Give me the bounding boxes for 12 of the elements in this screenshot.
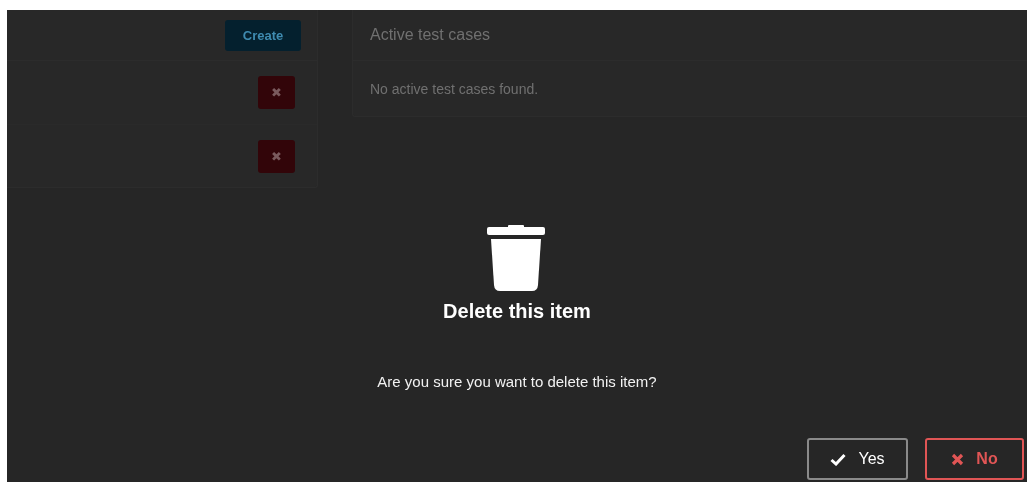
dialog-message: Are you sure you want to delete this item? (377, 373, 657, 390)
no-button[interactable]: No (925, 438, 1024, 480)
check-icon (830, 452, 847, 466)
empty-message: No active test cases found. (370, 81, 539, 97)
create-button[interactable]: Create (225, 19, 301, 51)
close-icon (951, 452, 965, 466)
card-title: Active test cases (370, 26, 491, 44)
dialog-title: Delete this item (443, 300, 591, 323)
delete-button[interactable]: ✖ (258, 76, 295, 109)
delete-button[interactable]: ✖ (258, 140, 295, 173)
yes-button[interactable]: Yes (807, 438, 908, 480)
trash-icon (487, 225, 545, 291)
